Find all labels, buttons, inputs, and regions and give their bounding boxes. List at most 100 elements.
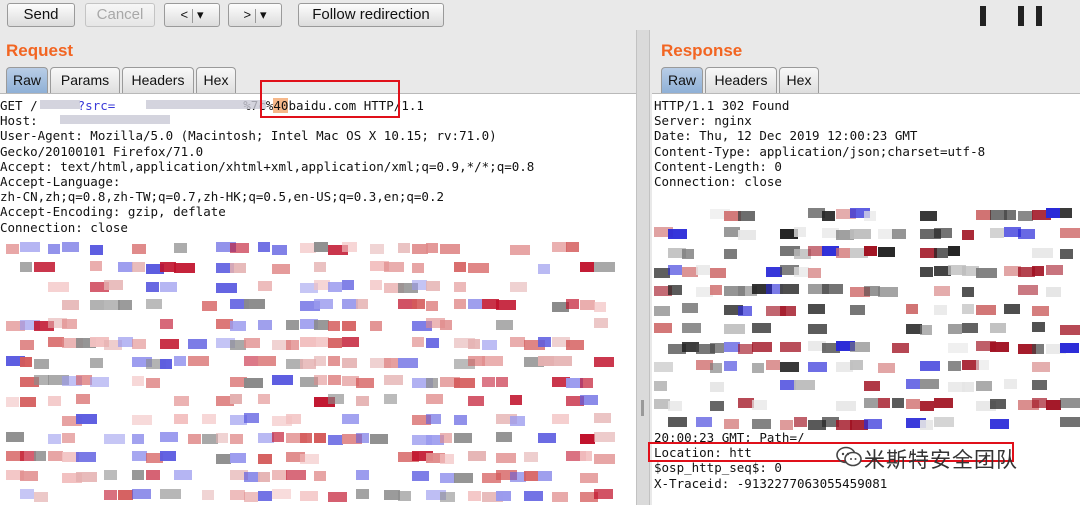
redaction-block: [160, 359, 172, 369]
toolbar: Send Cancel < ▾ > ▾ Follow redirection: [0, 0, 1080, 32]
redaction-block: [20, 357, 32, 367]
redaction-block: [426, 378, 438, 388]
redaction-block: [258, 356, 276, 366]
redaction-block: [244, 413, 259, 423]
button-divider: [192, 8, 194, 23]
redaction-block: [822, 211, 835, 221]
redaction-block: [440, 454, 454, 464]
redaction-block: [682, 249, 694, 259]
request-editor[interactable]: GET /?src=%7c%40baidu.com HTTP/1.1 Host:…: [0, 93, 636, 505]
redaction-block: [906, 304, 918, 314]
redaction-block: [752, 419, 771, 429]
redaction-block: [6, 397, 19, 407]
redaction-block: [668, 229, 687, 239]
redaction-block: [146, 282, 159, 292]
redaction-block: [566, 299, 579, 309]
tab-raw[interactable]: Raw: [6, 67, 48, 93]
redaction-block: [20, 471, 38, 481]
back-menu-chevron-icon[interactable]: ▾: [197, 7, 204, 22]
redaction-block: [60, 115, 170, 124]
redaction-block: [76, 394, 90, 404]
redaction-block: [482, 377, 495, 387]
redaction-block: [398, 358, 418, 368]
redaction-block: [160, 432, 178, 442]
redaction-block: [920, 325, 932, 335]
redaction-block: [90, 261, 102, 271]
redaction-block: [990, 228, 1004, 238]
redaction-block: [398, 491, 411, 501]
redaction-block: [454, 415, 467, 425]
redaction-block: [594, 262, 615, 272]
redaction-block: [976, 381, 992, 391]
tab-raw[interactable]: Raw: [661, 67, 703, 93]
redaction-block: [538, 471, 552, 481]
redaction-block: [580, 434, 595, 444]
forward-menu-chevron-icon[interactable]: ▾: [260, 7, 267, 22]
redaction-block: [230, 243, 249, 253]
redaction-block: [454, 433, 472, 443]
redaction-block: [314, 375, 327, 385]
redaction-block: [538, 433, 556, 443]
redaction-block: [738, 344, 753, 354]
redaction-block: [934, 286, 950, 296]
redaction-block: [230, 263, 246, 273]
back-button[interactable]: < ▾: [164, 3, 220, 27]
redaction-block: [710, 343, 724, 353]
tab-headers[interactable]: Headers: [122, 67, 194, 93]
redaction-block: [682, 323, 701, 333]
redaction-block: [314, 356, 326, 366]
redaction-block: [314, 262, 326, 272]
button-divider: [255, 8, 257, 23]
redaction-block: [104, 470, 117, 480]
redaction-block: [1018, 211, 1033, 221]
redaction-block: [48, 434, 61, 444]
redaction-block: [426, 281, 440, 291]
redaction-block: [1060, 325, 1080, 335]
redaction-block: [1060, 343, 1079, 353]
tab-hex[interactable]: Hex: [196, 67, 236, 93]
redaction-block: [384, 358, 398, 368]
redaction-block: [62, 242, 79, 252]
redaction-block: [412, 471, 429, 481]
redaction-block: [920, 361, 940, 371]
tab-params[interactable]: Params: [50, 67, 120, 93]
redaction-block: [20, 340, 34, 350]
tab-hex[interactable]: Hex: [779, 67, 819, 93]
redaction-block: [258, 472, 270, 482]
redaction-block: [90, 245, 103, 255]
redaction-block: [794, 417, 807, 427]
redaction-block: [440, 433, 452, 443]
redaction-block: [780, 306, 796, 316]
request-pane: Request Raw Params Headers Hex GET / ?src…: [0, 36, 636, 505]
tab-headers[interactable]: Headers: [705, 67, 777, 93]
redaction-block: [468, 263, 489, 273]
layout-bar-icon: [1018, 6, 1024, 26]
redaction-block: [370, 280, 382, 290]
redaction-block: [990, 342, 1009, 352]
redaction-block: [566, 242, 579, 252]
send-button[interactable]: Send: [7, 3, 75, 27]
redaction-block: [724, 361, 737, 371]
redaction-block: [836, 401, 856, 411]
redaction-block: [230, 394, 242, 404]
follow-redirection-button[interactable]: Follow redirection: [298, 3, 444, 27]
redaction-block: [780, 362, 799, 372]
redaction-block: [258, 242, 270, 252]
redaction-block: [314, 337, 329, 347]
redaction-block: [90, 377, 109, 387]
redaction-block: [244, 338, 260, 348]
redaction-block: [962, 287, 974, 297]
redaction-block: [188, 434, 201, 444]
redaction-block: [48, 282, 69, 292]
cancel-button[interactable]: Cancel: [85, 3, 155, 27]
redaction-block: [286, 470, 306, 480]
redaction-block: [710, 285, 722, 295]
redaction-block: [580, 378, 593, 388]
redaction-block: [328, 435, 343, 445]
layout-toggle-icon[interactable]: [980, 6, 1060, 26]
forward-button[interactable]: > ▾: [228, 3, 282, 27]
redaction-block: [538, 337, 551, 347]
request-line-host: Host:: [0, 113, 46, 129]
redaction-block: [948, 324, 962, 334]
redaction-block: [132, 434, 144, 444]
